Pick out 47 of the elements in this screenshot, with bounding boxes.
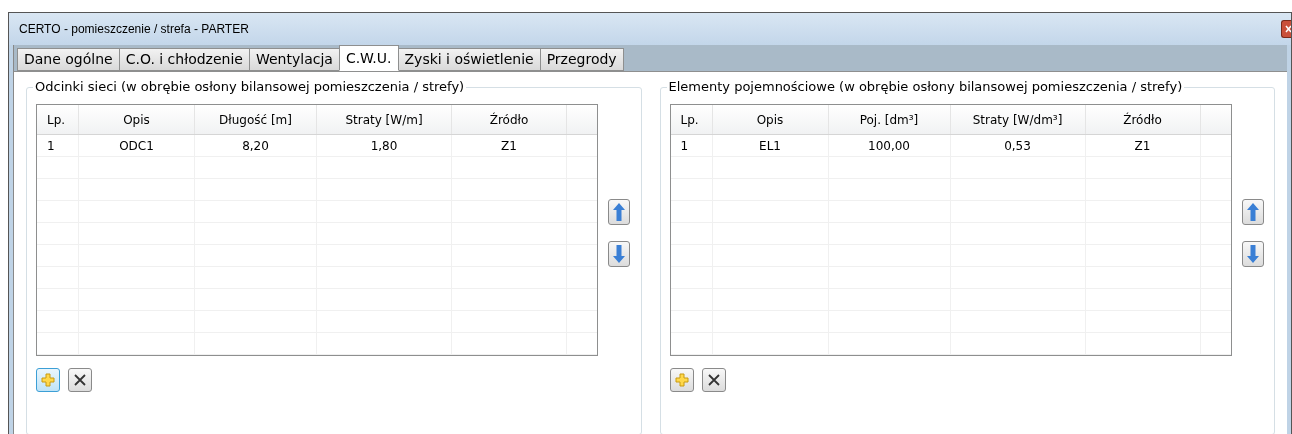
- move-down-button[interactable]: [608, 241, 630, 267]
- tab[interactable]: C.O. i chłodzenie: [118, 48, 250, 71]
- delete-button[interactable]: [701, 368, 726, 392]
- column-header[interactable]: Źródło: [1085, 105, 1201, 134]
- group-title: Elementy pojemnościowe (w obrębie osłony bilansowej pomieszczenia / strefy): [666, 79, 1185, 95]
- table-cell: 8,20: [195, 135, 317, 156]
- move-up-button[interactable]: [608, 199, 630, 225]
- move-up-button[interactable]: [1241, 199, 1264, 225]
- tab[interactable]: Dane ogólne: [17, 48, 120, 71]
- close-icon: [74, 374, 86, 386]
- column-header[interactable]: Lp.: [37, 105, 79, 134]
- table-cell: 1: [670, 135, 713, 156]
- down-arrow-icon: [1246, 245, 1259, 263]
- tab[interactable]: Zyski i oświetlenie: [397, 48, 541, 71]
- table-cell: 100,00: [828, 135, 951, 156]
- table-cell: EL1: [712, 135, 829, 156]
- plus-icon: [674, 373, 689, 387]
- tab[interactable]: Wentylacja: [248, 48, 340, 71]
- close-icon: [707, 374, 720, 386]
- column-header[interactable]: Opis: [79, 105, 195, 134]
- column-header[interactable]: Długość [m]: [195, 105, 317, 134]
- table-cell: 0,53: [950, 135, 1086, 156]
- column-header[interactable]: Opis: [712, 105, 829, 134]
- up-arrow-icon: [1246, 203, 1259, 221]
- delete-button[interactable]: [68, 368, 92, 392]
- column-header[interactable]: Poj. [dm³]: [828, 105, 951, 134]
- column-header[interactable]: Straty [W/m]: [317, 105, 452, 134]
- group-title: Odcinki sieci (w obrębie osłony bilansowej pomieszczenia / strefy): [33, 79, 467, 95]
- close-icon: [1285, 25, 1291, 33]
- window-title: CERTO - pomieszczenie / strefa - PARTER: [19, 21, 250, 38]
- close-button[interactable]: [1281, 20, 1291, 38]
- column-header[interactable]: Straty [W/dm³]: [950, 105, 1086, 134]
- table-cell: 1,80: [317, 135, 452, 156]
- tab[interactable]: C.W.U.: [338, 45, 399, 71]
- table-cell: Z1: [1085, 135, 1201, 156]
- add-button[interactable]: [669, 368, 694, 392]
- down-arrow-icon: [613, 245, 625, 263]
- table-cell: Z1: [452, 135, 567, 156]
- table-cell: 1: [37, 135, 79, 156]
- add-button[interactable]: [36, 368, 60, 392]
- up-arrow-icon: [613, 203, 625, 221]
- tab[interactable]: Przegrody: [539, 48, 624, 71]
- move-down-button[interactable]: [1241, 241, 1264, 267]
- table-cell: ODC1: [79, 135, 195, 156]
- column-header[interactable]: Lp.: [670, 105, 713, 134]
- plus-icon: [41, 373, 55, 387]
- column-header[interactable]: Źródło: [452, 105, 567, 134]
